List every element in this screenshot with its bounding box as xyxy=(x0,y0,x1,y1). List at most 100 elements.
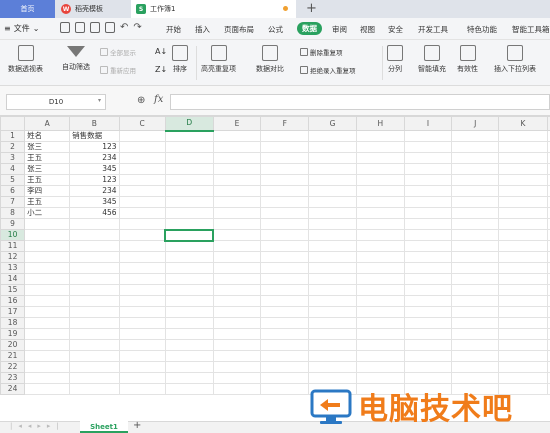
cell[interactable] xyxy=(212,372,262,384)
cell[interactable] xyxy=(355,251,405,263)
row-header[interactable]: 2 xyxy=(0,141,26,153)
highlight-duplicates-button[interactable]: 高亮重复项 xyxy=(201,40,236,74)
cell[interactable] xyxy=(69,306,120,318)
cell[interactable] xyxy=(260,328,310,340)
cell[interactable] xyxy=(260,317,310,329)
cell[interactable] xyxy=(403,229,453,241)
cell[interactable]: 234 xyxy=(69,185,120,197)
cell[interactable] xyxy=(24,383,71,395)
cell[interactable] xyxy=(118,174,166,186)
cell[interactable] xyxy=(308,174,357,186)
cell[interactable] xyxy=(69,350,120,362)
cell[interactable] xyxy=(451,196,500,208)
file-menu[interactable]: ≡ 文件 ⌄ xyxy=(4,23,39,34)
cell[interactable] xyxy=(118,361,166,373)
cell[interactable] xyxy=(355,218,405,230)
cell[interactable] xyxy=(260,273,310,285)
worksheet-table[interactable]: ABCDEFGHIJKL 1姓名销售数据2张三1233王五2344张三3455王… xyxy=(0,116,550,395)
cell[interactable] xyxy=(403,284,453,296)
cell[interactable] xyxy=(260,174,310,186)
cell[interactable]: 张三 xyxy=(24,163,71,175)
cell[interactable] xyxy=(212,218,262,230)
cell[interactable] xyxy=(164,339,214,351)
cell[interactable] xyxy=(498,141,548,153)
menu-tab-7[interactable]: 安全 xyxy=(388,24,403,35)
cell[interactable] xyxy=(498,185,548,197)
cell[interactable] xyxy=(355,361,405,373)
cell[interactable] xyxy=(403,317,453,329)
cell[interactable] xyxy=(355,273,405,285)
cell[interactable] xyxy=(308,141,357,153)
row-header[interactable]: 15 xyxy=(0,284,26,296)
cell[interactable] xyxy=(451,251,500,263)
cell[interactable]: 123 xyxy=(69,141,120,153)
row-header[interactable]: 10 xyxy=(0,229,26,241)
cell[interactable] xyxy=(212,196,262,208)
cell[interactable]: 123 xyxy=(69,174,120,186)
formula-input[interactable] xyxy=(170,94,550,110)
cell[interactable] xyxy=(260,262,310,274)
cell[interactable] xyxy=(212,229,262,241)
cell[interactable] xyxy=(451,273,500,285)
column-header[interactable]: K xyxy=(498,116,548,131)
cell[interactable] xyxy=(308,163,357,175)
cell[interactable] xyxy=(69,339,120,351)
cell[interactable] xyxy=(355,339,405,351)
tab-template[interactable]: W 稻壳模板 xyxy=(56,0,130,18)
cell[interactable] xyxy=(498,218,548,230)
cell[interactable] xyxy=(498,339,548,351)
cell[interactable] xyxy=(355,174,405,186)
cell[interactable] xyxy=(118,284,166,296)
cell[interactable] xyxy=(498,361,548,373)
cell[interactable] xyxy=(451,339,500,351)
fx-icon[interactable]: fx xyxy=(154,94,163,105)
cell[interactable] xyxy=(164,174,214,186)
tab-home[interactable]: 首页 xyxy=(0,0,55,18)
cell[interactable] xyxy=(498,328,548,340)
cell[interactable] xyxy=(403,130,453,142)
cell[interactable] xyxy=(403,350,453,362)
cell[interactable] xyxy=(260,295,310,307)
cell[interactable] xyxy=(24,306,71,318)
column-header[interactable]: I xyxy=(403,116,453,131)
cell[interactable] xyxy=(355,262,405,274)
cell[interactable] xyxy=(498,262,548,274)
row-header[interactable]: 20 xyxy=(0,339,26,351)
cell[interactable] xyxy=(260,361,310,373)
cell[interactable] xyxy=(451,317,500,329)
cell[interactable] xyxy=(451,372,500,384)
menu-tab-5[interactable]: 审阅 xyxy=(332,24,347,35)
cell[interactable] xyxy=(164,185,214,197)
cell[interactable] xyxy=(212,130,262,142)
cell[interactable] xyxy=(355,284,405,296)
reapply-button[interactable]: 重新应用 xyxy=(100,65,136,75)
row-header[interactable]: 22 xyxy=(0,361,26,373)
cell[interactable] xyxy=(212,240,262,252)
sort-button[interactable]: 排序 xyxy=(172,40,188,74)
cell[interactable] xyxy=(451,262,500,274)
cell[interactable] xyxy=(118,218,166,230)
cell[interactable] xyxy=(403,251,453,263)
cell[interactable] xyxy=(403,295,453,307)
cell[interactable] xyxy=(498,174,548,186)
cell[interactable] xyxy=(164,273,214,285)
menu-tab-1[interactable]: 插入 xyxy=(195,24,210,35)
cell[interactable] xyxy=(260,383,310,395)
cell[interactable] xyxy=(308,339,357,351)
menu-tab-2[interactable]: 页面布局 xyxy=(224,24,254,35)
cell[interactable] xyxy=(498,163,548,175)
row-header[interactable]: 18 xyxy=(0,317,26,329)
cell[interactable] xyxy=(118,295,166,307)
cell[interactable] xyxy=(451,207,500,219)
validity-button[interactable]: 有效性 xyxy=(457,40,478,74)
cell[interactable] xyxy=(212,284,262,296)
cell[interactable] xyxy=(451,141,500,153)
column-header[interactable]: G xyxy=(308,116,357,131)
cell[interactable] xyxy=(451,163,500,175)
cell[interactable] xyxy=(118,262,166,274)
select-all-corner[interactable] xyxy=(0,116,26,131)
cell[interactable] xyxy=(498,251,548,263)
row-header[interactable]: 24 xyxy=(0,383,26,395)
sheet-nav-arrows-icon[interactable]: |◂◂▸▸| xyxy=(10,422,65,430)
cell[interactable] xyxy=(355,185,405,197)
